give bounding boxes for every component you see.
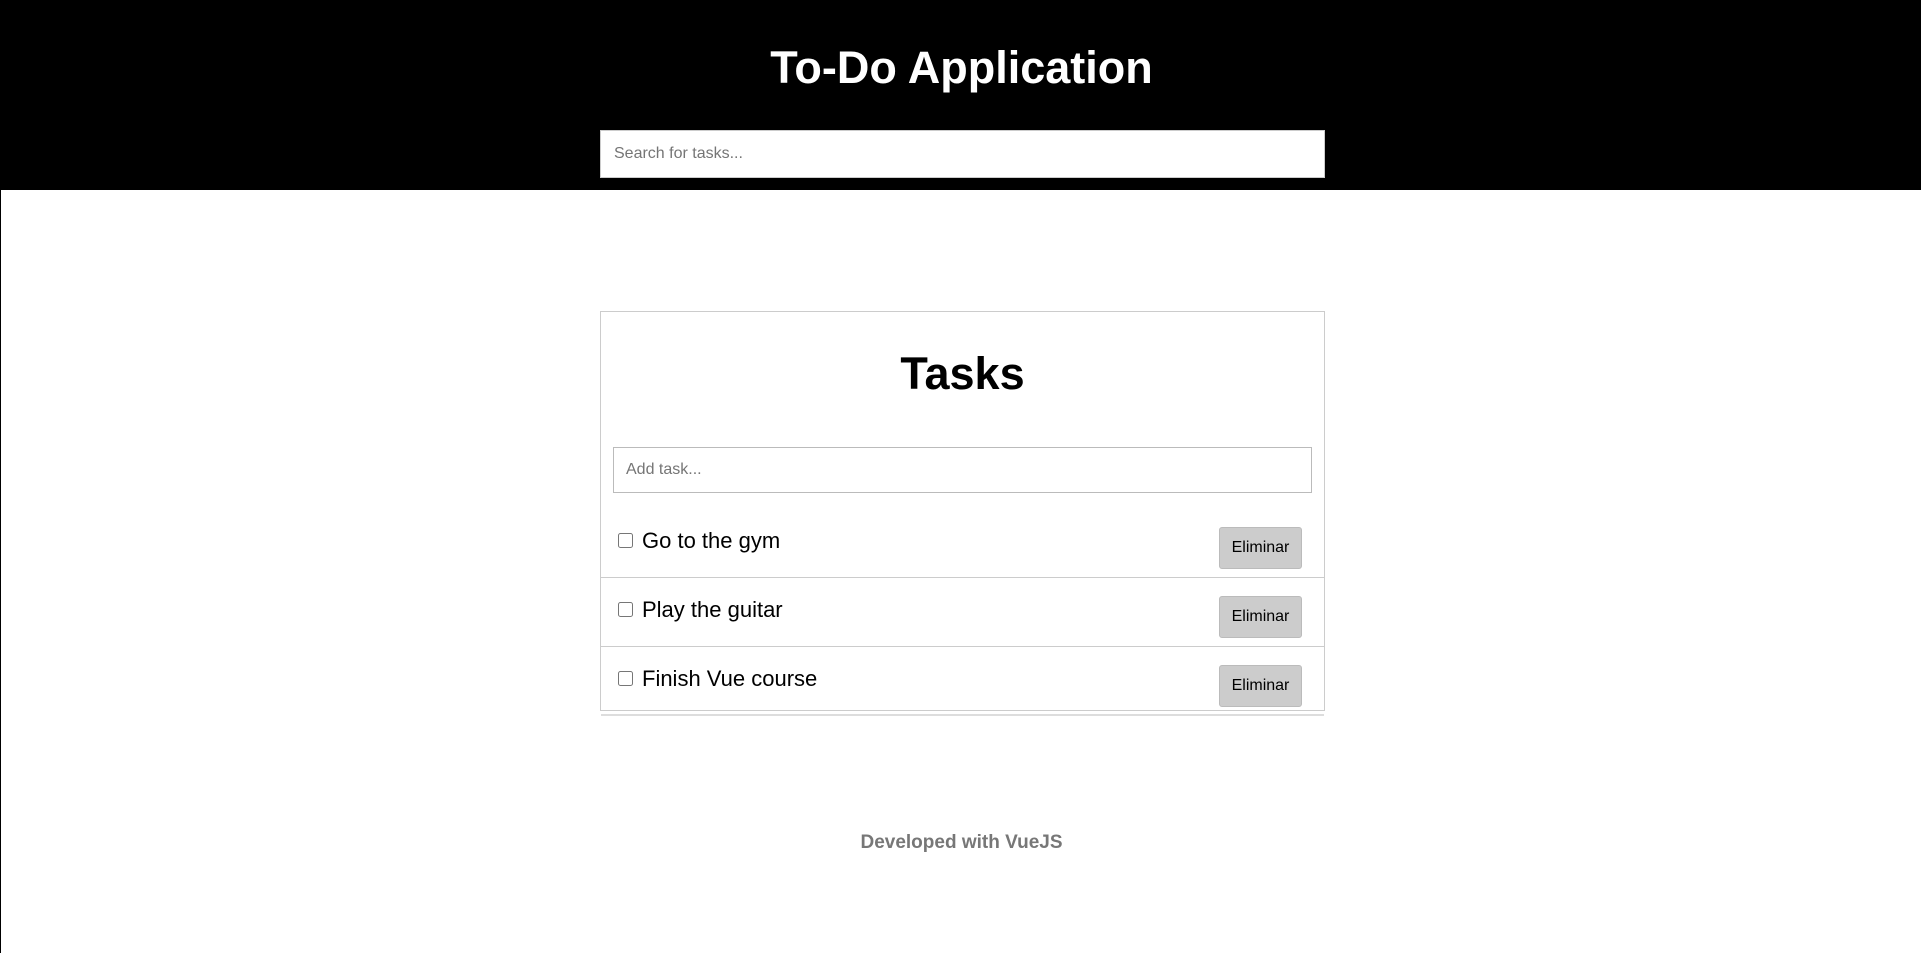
- tasks-title: Tasks: [900, 348, 1025, 399]
- task-item: Play the guitar Eliminar: [601, 578, 1324, 647]
- task-checkbox[interactable]: [618, 671, 633, 686]
- task-item: Finish Vue course Eliminar: [601, 647, 1324, 716]
- app-title: To-Do Application: [770, 42, 1153, 93]
- task-list: Go to the gym Eliminar Play the guitar E…: [601, 509, 1324, 716]
- task-checkbox[interactable]: [618, 533, 633, 548]
- delete-task-button[interactable]: Eliminar: [1219, 665, 1302, 707]
- task-checkbox[interactable]: [618, 602, 633, 617]
- task-label: Finish Vue course: [642, 666, 818, 691]
- add-task-input[interactable]: [613, 447, 1312, 493]
- task-label: Play the guitar: [642, 597, 783, 622]
- search-input[interactable]: [600, 130, 1325, 178]
- footer-credit: Developed with VueJS: [860, 832, 1063, 853]
- app-header: To-Do Application: [1, 0, 1921, 190]
- delete-task-button[interactable]: Eliminar: [1219, 527, 1302, 569]
- task-label: Go to the gym: [642, 528, 781, 553]
- delete-task-button[interactable]: Eliminar: [1219, 596, 1302, 638]
- task-item: Go to the gym Eliminar: [601, 509, 1324, 578]
- tasks-panel: Tasks Go to the gym Eliminar Play the gu…: [600, 311, 1325, 716]
